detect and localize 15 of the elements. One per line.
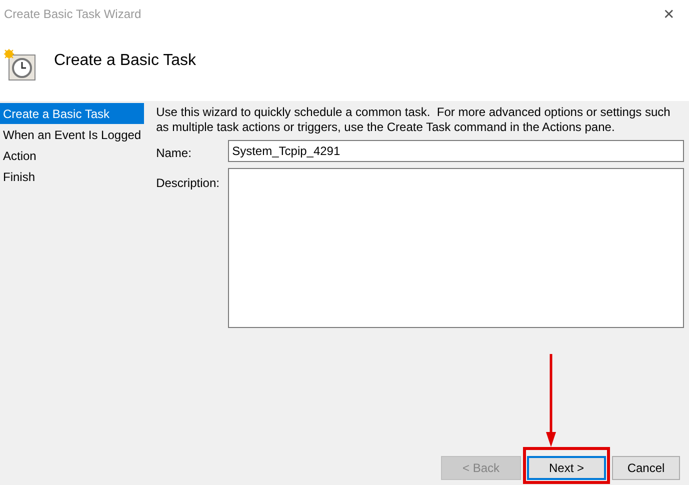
wizard-step[interactable]: Finish bbox=[0, 166, 144, 187]
page-heading: Create a Basic Task bbox=[54, 50, 196, 70]
field-label: Description: bbox=[156, 175, 220, 192]
description-field[interactable] bbox=[228, 168, 684, 328]
field-label: Name: bbox=[156, 145, 192, 162]
window-title: Create Basic Task Wizard bbox=[4, 6, 142, 23]
clock-icon bbox=[3, 48, 37, 80]
wizard-step[interactable]: When an Event Is Logged bbox=[0, 124, 144, 145]
wizard-step[interactable]: Action bbox=[0, 145, 144, 166]
instruction-text: Use this wizard to quickly schedule a common task. For more advanced options or settings such as multiple task actions or triggers, use the Create Task command in the Actions pane. bbox=[156, 105, 672, 135]
wizard-step[interactable]: Create a Basic Task bbox=[0, 103, 144, 124]
close-button[interactable]: ✕ bbox=[655, 4, 683, 24]
cancel-button[interactable]: Cancel bbox=[612, 456, 680, 480]
name-field[interactable]: System_Tcpip_4291 bbox=[228, 140, 684, 162]
wizard-button[interactable]: Next > bbox=[527, 456, 606, 480]
